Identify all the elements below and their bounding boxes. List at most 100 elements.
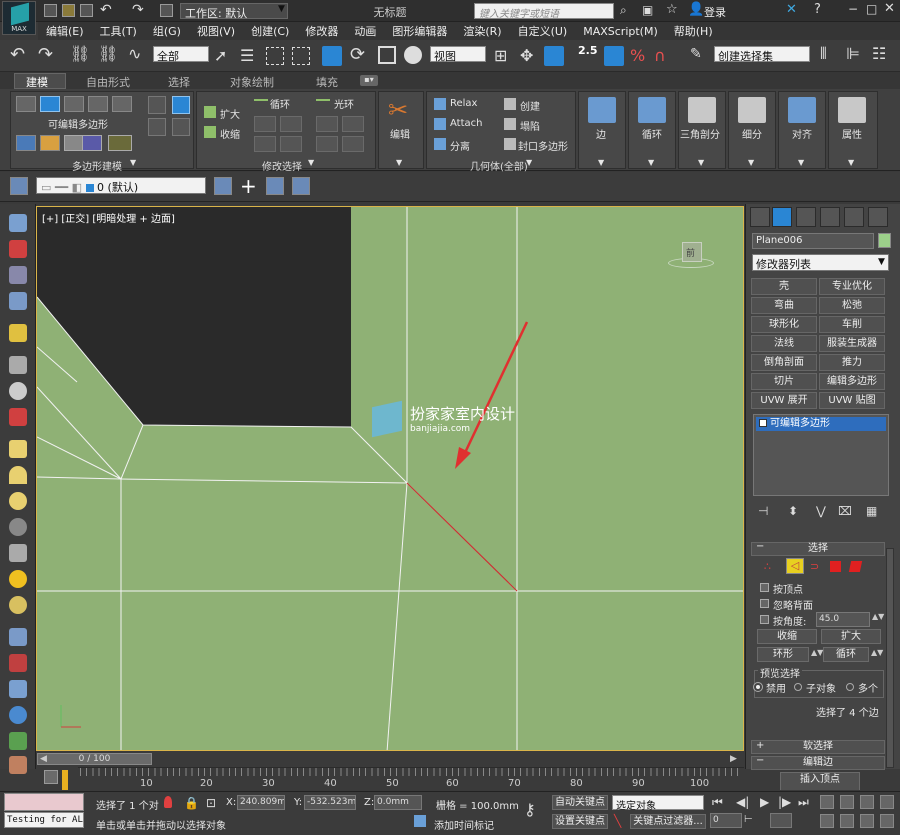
foliage-icon[interactable] <box>9 732 27 750</box>
by-angle-checkbox[interactable] <box>760 615 769 624</box>
select-rotate-icon[interactable]: ⟳ <box>350 44 365 65</box>
key-mode-dropdown[interactable]: 选定对象 <box>612 795 704 812</box>
star-icon[interactable]: ☆ <box>666 2 678 17</box>
menu-modifiers[interactable]: 修改器 <box>297 23 346 39</box>
cap-poly-button[interactable]: 封口多边形 <box>518 138 568 153</box>
named-selection-set-dropdown[interactable]: 创建选择集 <box>714 46 810 63</box>
login-link[interactable]: 登录 <box>704 4 726 20</box>
viewcube[interactable]: 前 <box>668 240 714 272</box>
polygon-mode-icon[interactable] <box>88 96 108 112</box>
minimize-icon[interactable]: − <box>848 2 858 16</box>
align-button[interactable]: 对齐 <box>792 126 812 141</box>
edit-edges-rollout[interactable]: 编辑边 <box>751 756 885 770</box>
orbit-icon[interactable] <box>860 814 874 828</box>
maximize-icon[interactable]: □ <box>866 2 877 16</box>
maxscript-listener[interactable] <box>4 793 84 811</box>
ribbon-options-icon[interactable]: ▪▾ <box>360 75 378 86</box>
modifier-slice-button[interactable]: 切片 <box>751 373 817 390</box>
menu-animation[interactable]: 动画 <box>346 23 384 39</box>
redo-icon[interactable]: ↷ <box>132 2 144 18</box>
align-icon[interactable]: ⊫ <box>846 44 860 63</box>
cone-icon[interactable] <box>9 544 27 562</box>
dot-ring-button[interactable] <box>342 136 364 152</box>
modifier-normal-button[interactable]: 法线 <box>751 335 817 352</box>
display-tab-icon[interactable] <box>844 207 864 227</box>
loop-shrink-button[interactable] <box>280 116 302 132</box>
search-icon[interactable]: ⌕ <box>620 3 627 18</box>
relax-button[interactable]: Relax <box>450 98 477 109</box>
selection-filter-dropdown[interactable]: 全部 <box>153 46 209 63</box>
element-subobj-icon[interactable] <box>848 561 863 572</box>
zoom-icon[interactable] <box>820 795 834 809</box>
configure-sets-icon[interactable]: ▦ <box>866 504 877 518</box>
pin-stack-icon[interactable]: ⊣ <box>758 504 768 518</box>
menu-customize[interactable]: 自定义(U) <box>510 23 576 39</box>
tab-selection[interactable]: 选择 <box>168 74 190 90</box>
menu-maxscript[interactable]: MAXScript(M) <box>575 25 666 38</box>
collapse-button[interactable]: 塌陷 <box>520 118 540 133</box>
modifier-shell-button[interactable]: 壳 <box>751 278 817 295</box>
goto-end-icon[interactable]: ⏭ <box>798 795 809 810</box>
add-time-tag-button[interactable]: 添加时间标记 <box>434 817 494 832</box>
rect-selection-icon[interactable] <box>266 47 284 65</box>
modifier-uvw-map-button[interactable]: UVW 贴图 <box>819 392 885 409</box>
modifier-unwrap-uvw-button[interactable]: UVW 展开 <box>751 392 817 409</box>
schematic-view-icon[interactable] <box>9 292 27 310</box>
hierarchy-tab-icon[interactable] <box>796 207 816 227</box>
new-layer-icon[interactable] <box>214 177 232 195</box>
play-icon[interactable]: ▶ <box>760 795 769 809</box>
grow-selection-button[interactable]: 扩大 <box>821 629 881 644</box>
render-frame-icon[interactable] <box>9 408 27 426</box>
layer-manager-icon[interactable] <box>10 177 28 195</box>
select-object-icon[interactable]: ➚ <box>214 46 227 65</box>
undo-icon[interactable]: ↶ <box>100 2 112 18</box>
shrink-selection-button[interactable]: 收缩 <box>757 629 817 644</box>
place-icon[interactable] <box>404 46 422 64</box>
constraint-icon[interactable] <box>172 96 190 114</box>
z-coordinate-field[interactable]: 0.0mm <box>374 795 422 810</box>
current-layer-dropdown[interactable]: ▭ ━━ ◧ 0 (默认) <box>36 177 206 194</box>
object-color-swatch[interactable] <box>878 233 891 248</box>
quick-slice-icon[interactable] <box>148 118 166 136</box>
preview-subobject-radio[interactable] <box>794 683 802 691</box>
detach-button[interactable]: 分离 <box>450 138 470 153</box>
polygon-subobj-icon[interactable] <box>830 561 841 572</box>
sphere-light-icon[interactable] <box>9 382 27 400</box>
modifier-relax-button[interactable]: 松弛 <box>819 297 885 314</box>
keyboard-shortcut-override-icon[interactable] <box>544 46 564 66</box>
triangulation-button[interactable]: 三角剖分 <box>680 126 720 141</box>
y-coordinate-field[interactable]: -532.523m <box>304 795 356 810</box>
ring-mode-button[interactable] <box>316 136 338 152</box>
key-icon[interactable]: ⚷ <box>524 800 536 819</box>
attach-button[interactable]: Attach <box>450 118 482 129</box>
angle-snap-icon[interactable] <box>604 46 624 66</box>
modifier-pro-optimizer-button[interactable]: 专业优化 <box>819 278 885 295</box>
dome-icon[interactable] <box>9 466 27 484</box>
mirror-icon[interactable]: ⫴ <box>820 44 827 64</box>
modifier-push-button[interactable]: 推力 <box>819 354 885 371</box>
expand-icon[interactable] <box>759 419 767 427</box>
selected-edge[interactable] <box>406 482 518 592</box>
insert-vertex-button[interactable]: 插入顶点 <box>780 772 860 790</box>
redo-icon[interactable]: ↷ <box>38 44 53 65</box>
help-icon[interactable]: ? <box>814 2 821 17</box>
auto-key-button[interactable]: 自动关键点 <box>552 795 608 810</box>
border-mode-icon[interactable] <box>64 96 84 112</box>
shell-icon[interactable] <box>9 518 27 536</box>
select-scale-icon[interactable] <box>378 46 396 64</box>
teapot-icon[interactable] <box>9 214 27 232</box>
preview-off-radio[interactable] <box>753 682 763 692</box>
utilities-tab-icon[interactable] <box>868 207 888 227</box>
loop-selection-button[interactable]: 循环 <box>823 647 869 662</box>
show-result-icon[interactable] <box>40 135 60 151</box>
gear-icon[interactable] <box>9 706 27 724</box>
modifier-garment-maker-button[interactable]: 服装生成器 <box>819 335 885 352</box>
camera-icon[interactable] <box>9 356 27 374</box>
set-key-button[interactable]: 设置关键点 <box>552 814 608 829</box>
edit-named-sets-icon[interactable]: ✎ <box>690 46 702 62</box>
element-mode-icon[interactable] <box>112 96 132 112</box>
key-filters-button[interactable]: 关键点过滤器... <box>630 814 706 829</box>
modifier-bevel-profile-button[interactable]: 倒角剖面 <box>751 354 817 371</box>
menu-tools[interactable]: 工具(T) <box>92 23 145 39</box>
menu-help[interactable]: 帮助(H) <box>666 23 721 39</box>
